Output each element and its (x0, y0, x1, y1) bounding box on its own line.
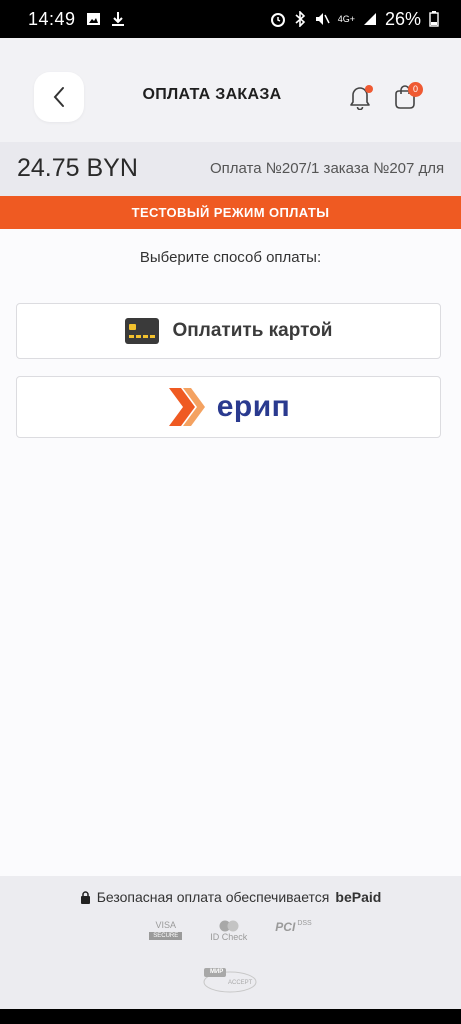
payment-screen: ОПЛАТА ЗАКАЗА 0 24.75 BYN Оплата №207/1 … (0, 38, 461, 1009)
signal-icon (363, 12, 377, 26)
pay-by-erip-button[interactable]: ерип (16, 376, 441, 438)
payment-description: Оплата №207/1 заказа №207 для (210, 160, 445, 177)
provider-name: bePaid (335, 889, 382, 905)
battery-percent: 26% (384, 8, 421, 29)
bluetooth-icon (294, 11, 306, 27)
choose-method-label: Выберите способ оплаты: (139, 249, 322, 266)
test-mode-banner: ТЕСТОВЫЙ РЕЖИМ ОПЛАТЫ (0, 196, 461, 229)
pay-by-card-button[interactable]: Оплатить картой (16, 303, 441, 359)
visa-secure-logo: VISA SECURE (149, 920, 183, 942)
pay-by-card-label: Оплатить картой (172, 320, 333, 341)
lock-icon (80, 890, 90, 904)
status-bar: 14:49 4G+ 26% (0, 0, 461, 38)
mastercard-circles-icon (219, 920, 239, 932)
app-header: ОПЛАТА ЗАКАЗА 0 (0, 38, 461, 142)
pci-dss-logo: PCI DSS (275, 920, 312, 934)
secure-footer: Безопасная оплата обеспечивается bePaid … (0, 876, 461, 1009)
secure-payment-note: Безопасная оплата обеспечивается bePaid (0, 889, 461, 905)
erip-label: ерип (216, 390, 291, 423)
secure-text: Безопасная оплата обеспечивается (96, 889, 330, 905)
mute-icon (314, 11, 330, 27)
status-time: 14:49 (28, 8, 76, 29)
security-logos: VISA SECURE ID Check PCI DSS (0, 920, 461, 942)
network-type: 4G+ (337, 13, 355, 24)
payment-summary: 24.75 BYN Оплата №207/1 заказа №207 для (0, 142, 461, 196)
payment-amount: 24.75 BYN (17, 154, 138, 182)
battery-icon (429, 11, 439, 27)
system-nav-bar (0, 1009, 461, 1024)
credit-card-icon (124, 318, 159, 344)
erip-logo-icon (168, 388, 205, 426)
alarm-icon (270, 11, 286, 27)
mir-accept-logo: МИР ACCEPT (202, 966, 258, 999)
notification-dot (365, 85, 373, 93)
cart-badge: 0 (408, 82, 423, 97)
image-icon (86, 12, 101, 26)
mastercard-id-check-logo: ID Check (210, 920, 247, 942)
download-icon (111, 11, 125, 27)
